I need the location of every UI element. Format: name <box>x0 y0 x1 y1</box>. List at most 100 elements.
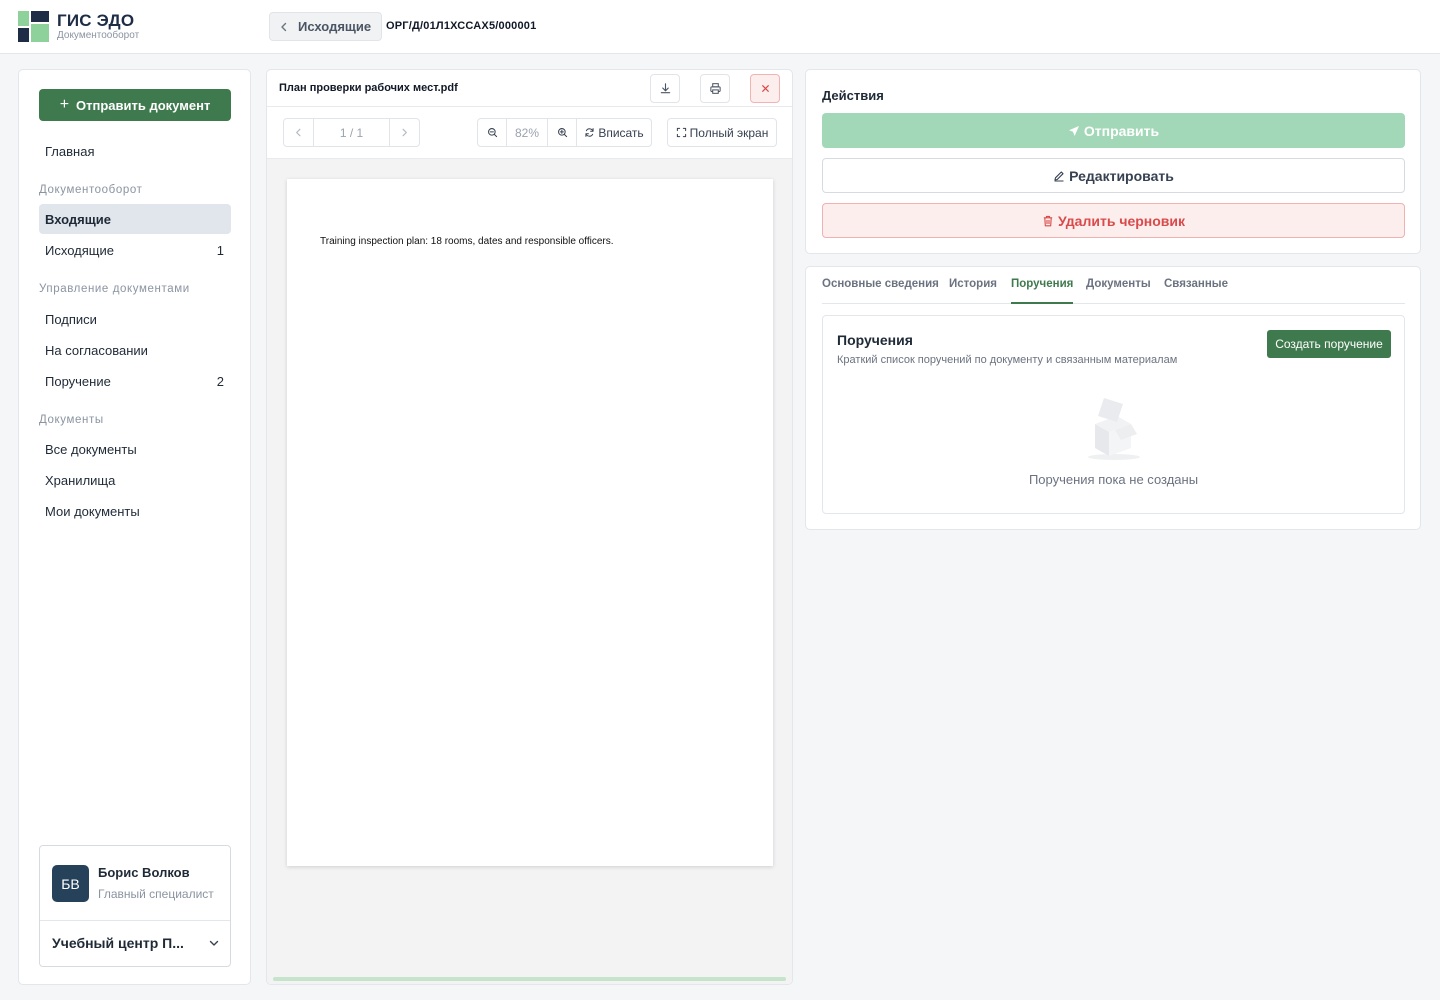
send-document-button[interactable]: + Отправить документ <box>39 89 231 121</box>
sidebar-item-label: Все документы <box>45 441 137 457</box>
sidebar-item-label: Исходящие <box>45 242 114 258</box>
sidebar-item-signatures[interactable]: Подписи <box>39 304 231 334</box>
user-card: БВ Борис Волков Главный специалист Учебн… <box>39 845 231 967</box>
details-panel: Основные сведения История Поручения Доку… <box>805 266 1421 530</box>
chevron-down-icon <box>209 940 219 946</box>
send-button[interactable]: Отправить <box>822 113 1405 148</box>
pencil-icon <box>1054 170 1064 182</box>
zoom-in-icon <box>557 128 567 138</box>
send-document-label: Отправить документ <box>76 97 211 113</box>
back-button-label: Исходящие <box>298 19 372 34</box>
avatar: БВ <box>52 865 89 902</box>
empty-box-icon <box>1088 398 1140 460</box>
divider <box>40 920 230 921</box>
file-name: План проверки рабочих мест.pdf <box>279 82 458 94</box>
create-assignment-button[interactable]: Создать поручение <box>1267 330 1391 358</box>
actions-panel: Действия Отправить Редактировать Удалить… <box>805 69 1421 254</box>
user-name: Борис Волков <box>98 865 190 880</box>
sidebar-item-home[interactable]: Главная <box>39 136 231 166</box>
assignments-card: Поручения Краткий список поручений по до… <box>822 315 1405 514</box>
user-role: Главный специалист <box>98 887 214 901</box>
sidebar-item-outgoing[interactable]: Исходящие 1 <box>39 235 231 265</box>
download-icon <box>660 83 670 94</box>
delete-draft-button[interactable]: Удалить черновик <box>822 203 1405 238</box>
delete-draft-label: Удалить черновик <box>1057 212 1186 229</box>
sidebar-item-all-documents[interactable]: Все документы <box>39 434 231 464</box>
sidebar-item-label: Поручение <box>45 373 111 389</box>
fullscreen-icon <box>676 127 686 138</box>
edit-label: Редактировать <box>1069 167 1174 184</box>
tab-documents[interactable]: Документы <box>1086 278 1151 304</box>
chevron-right-icon <box>402 128 407 137</box>
sidebar-item-approval[interactable]: На согласовании <box>39 335 231 365</box>
sidebar-item-label: Главная <box>45 143 95 159</box>
back-button[interactable]: Исходящие <box>269 12 383 41</box>
load-progress-fill <box>273 977 786 981</box>
tab-bar: Основные сведения История Поручения Доку… <box>822 278 1405 304</box>
sidebar-item-assignments[interactable]: Поручение 2 <box>39 366 231 396</box>
app-logo <box>18 11 49 42</box>
tab-assignments[interactable]: Поручения <box>1011 278 1074 304</box>
brand-title: ГИС ЭДО <box>57 11 135 30</box>
sidebar-item-label: Подписи <box>45 311 97 327</box>
download-button[interactable] <box>650 74 680 103</box>
brand-subtitle: Документооборот <box>57 30 140 41</box>
plus-icon: + <box>59 96 70 113</box>
send-icon <box>1068 125 1079 136</box>
assignments-title: Поручения <box>837 332 913 348</box>
page-text: Training inspection plan: 18 rooms, date… <box>320 236 614 247</box>
zoom-controls: 82% Вписать <box>477 118 652 147</box>
tab-general[interactable]: Основные сведения <box>822 278 939 304</box>
sidebar-item-label: Хранилища <box>45 472 116 488</box>
sidebar: + Отправить документ Главная Документооб… <box>18 69 251 985</box>
page-navigator: 1 / 1 <box>283 118 420 147</box>
fit-label: Вписать <box>598 125 644 140</box>
page-indicator[interactable]: 1 / 1 <box>314 119 390 146</box>
send-label: Отправить <box>1083 122 1160 139</box>
zoom-level: 82% <box>507 119 548 146</box>
assignments-subtitle: Краткий список поручений по документу и … <box>837 354 1178 366</box>
document-canvas[interactable]: Training inspection plan: 18 rooms, date… <box>267 159 792 984</box>
sidebar-item-count: 1 <box>216 242 224 258</box>
zoom-in-button[interactable] <box>548 119 577 146</box>
document-number: ОРГ/Д/01Л1ХССАХ5/000001 <box>386 20 537 32</box>
zoom-out-icon <box>487 128 497 138</box>
organization-label: Учебный центр П... <box>52 935 184 951</box>
previous-page-button[interactable] <box>284 119 314 146</box>
tab-history[interactable]: История <box>949 278 997 304</box>
close-button[interactable] <box>750 74 780 103</box>
sidebar-section-title: Управление документами <box>39 283 190 295</box>
document-page: Training inspection plan: 18 rooms, date… <box>287 179 773 866</box>
refresh-icon <box>585 128 594 137</box>
load-progress-bar <box>273 977 786 981</box>
fullscreen-label: Полный экран <box>689 125 769 140</box>
organization-select[interactable]: Учебный центр П... <box>52 935 220 951</box>
sidebar-section-title: Документооборот <box>39 184 143 196</box>
trash-icon <box>1043 215 1053 226</box>
edit-button[interactable]: Редактировать <box>822 158 1405 193</box>
print-button[interactable] <box>700 74 730 103</box>
sidebar-item-my-documents[interactable]: Мои документы <box>39 496 231 526</box>
sidebar-section-title: Документы <box>39 414 104 426</box>
fit-button[interactable]: Вписать <box>577 119 651 146</box>
next-page-button[interactable] <box>390 119 419 146</box>
chevron-left-icon <box>281 22 287 31</box>
empty-state-text: Поручения пока не созданы <box>1028 472 1199 487</box>
zoom-out-button[interactable] <box>478 119 507 146</box>
close-icon <box>761 85 769 92</box>
sidebar-item-count: 2 <box>216 373 224 389</box>
printer-icon <box>709 83 721 94</box>
chevron-left-icon <box>296 128 301 137</box>
sidebar-item-incoming[interactable]: Входящие <box>39 204 231 234</box>
viewer-header: План проверки рабочих мест.pdf <box>267 70 792 107</box>
top-bar: ГИС ЭДО Документооборот Исходящие ОРГ/Д/… <box>0 0 1440 54</box>
tab-related[interactable]: Связанные <box>1164 278 1228 304</box>
sidebar-item-label: Входящие <box>45 211 111 227</box>
sidebar-item-label: Мои документы <box>45 503 140 519</box>
viewer-toolbar: 1 / 1 82% Вписать Полный экран <box>267 107 792 159</box>
sidebar-item-label: На согласовании <box>45 342 148 358</box>
document-viewer: План проверки рабочих мест.pdf 1 / 1 82% <box>266 69 793 985</box>
fullscreen-button[interactable]: Полный экран <box>667 118 777 147</box>
sidebar-item-storages[interactable]: Хранилища <box>39 465 231 495</box>
actions-title: Действия <box>822 88 884 103</box>
